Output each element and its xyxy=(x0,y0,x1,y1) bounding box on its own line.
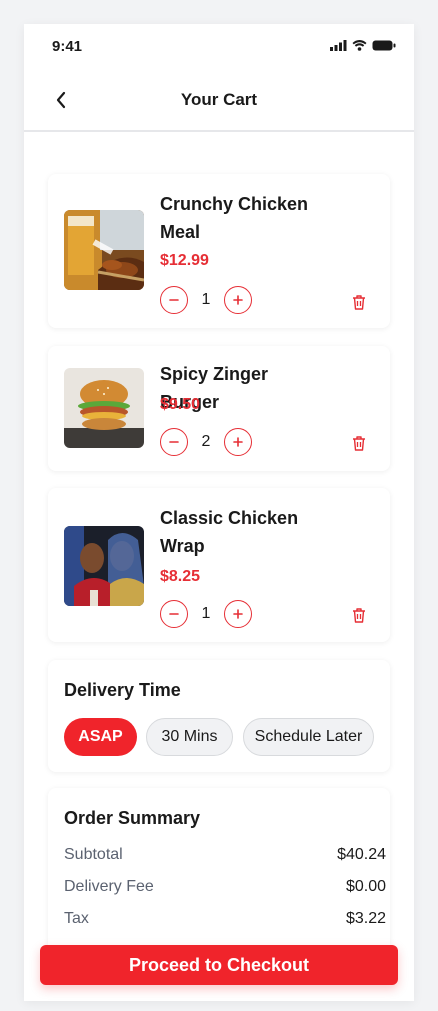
delivery-time-title: Delivery Time xyxy=(64,680,181,700)
item-image xyxy=(64,368,144,448)
checkout-button[interactable]: Proceed to Checkout xyxy=(40,945,398,985)
delivery-option-schedule-later[interactable]: Schedule Later xyxy=(243,718,374,756)
quantity-stepper: 1 xyxy=(160,286,252,314)
cart-content[interactable]: Crunchy Chicken Meal $12.99 1 Spicy Zing… xyxy=(24,134,414,1001)
summary-row-tax: Tax $3.22 xyxy=(64,910,386,928)
phone-screen: 9:41 Your Cart Crunchy Chicken Meal $12.… xyxy=(24,24,414,1001)
trash-icon[interactable] xyxy=(350,293,368,311)
summary-value: $3.22 xyxy=(345,910,386,927)
summary-label: Tax xyxy=(64,910,89,927)
status-icons xyxy=(330,40,396,51)
checkout-bar: Proceed to Checkout xyxy=(24,945,414,1001)
plus-icon xyxy=(233,609,243,619)
summary-label: Delivery Fee xyxy=(64,878,154,895)
minus-icon xyxy=(169,299,179,301)
app-header: Your Cart xyxy=(24,68,414,132)
battery-icon xyxy=(372,40,396,51)
decrease-quantity-button[interactable] xyxy=(160,600,188,628)
summary-value: $0.00 xyxy=(345,878,386,895)
delivery-option-asap[interactable]: ASAP xyxy=(64,718,137,756)
summary-row-delivery-fee: Delivery Fee $0.00 xyxy=(64,878,386,896)
cart-item: Classic Chicken Wrap $8.25 1 xyxy=(48,488,390,642)
plus-icon xyxy=(233,437,243,447)
item-price: $8.25 xyxy=(160,568,201,585)
status-time: 9:41 xyxy=(52,38,83,55)
item-price: $9.50 xyxy=(160,396,201,413)
quantity-value: 2 xyxy=(201,433,211,450)
item-name: Classic Chicken Wrap xyxy=(160,508,299,556)
trash-icon[interactable] xyxy=(350,606,368,624)
quantity-stepper: 2 xyxy=(160,428,252,456)
plus-icon xyxy=(233,295,243,305)
quantity-value: 1 xyxy=(201,291,211,308)
summary-value: $40.24 xyxy=(337,846,386,863)
cart-item: Spicy Zinger Burger $9.50 2 xyxy=(48,346,390,471)
order-summary-title: Order Summary xyxy=(64,808,201,828)
increase-quantity-button[interactable] xyxy=(224,600,252,628)
decrease-quantity-button[interactable] xyxy=(160,428,188,456)
increase-quantity-button[interactable] xyxy=(224,286,252,314)
minus-icon xyxy=(169,613,179,615)
delivery-option-30-mins[interactable]: 30 Mins xyxy=(146,718,233,756)
item-image xyxy=(64,526,144,606)
decrease-quantity-button[interactable] xyxy=(160,286,188,314)
item-image xyxy=(64,210,144,290)
wifi-icon xyxy=(352,40,367,51)
delivery-time-card: Delivery Time ASAP 30 Mins Schedule Late… xyxy=(48,660,390,772)
quantity-stepper: 1 xyxy=(160,600,252,628)
summary-row-subtotal: Subtotal $40.24 xyxy=(64,846,386,864)
cart-item: Crunchy Chicken Meal $12.99 1 xyxy=(48,174,390,328)
minus-icon xyxy=(169,441,179,443)
item-name: Crunchy Chicken Meal xyxy=(160,194,309,242)
trash-icon[interactable] xyxy=(350,434,368,452)
page-title: Your Cart xyxy=(180,90,258,109)
summary-label: Subtotal xyxy=(64,846,123,863)
quantity-value: 1 xyxy=(201,605,211,622)
increase-quantity-button[interactable] xyxy=(224,428,252,456)
status-bar: 9:41 xyxy=(24,24,414,68)
item-price: $12.99 xyxy=(160,252,209,269)
signal-icon xyxy=(330,40,347,51)
